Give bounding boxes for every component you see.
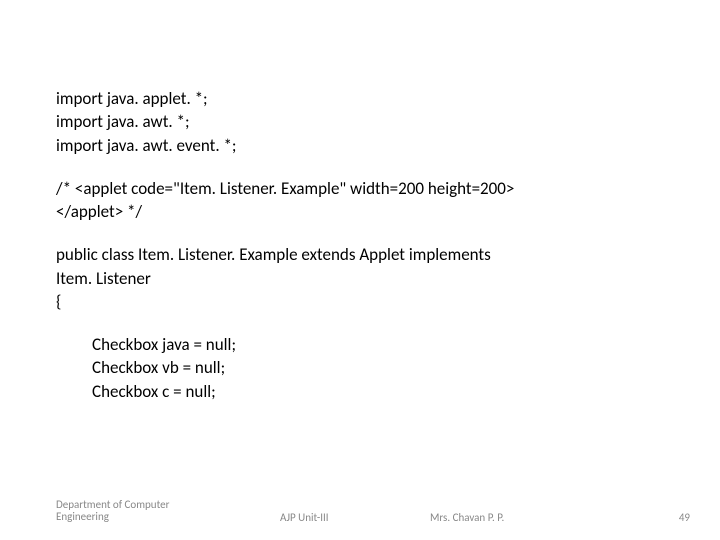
footer-page-number: 49 (679, 511, 690, 524)
blank-line (56, 158, 666, 178)
footer-course: AJP Unit-III (280, 511, 329, 524)
code-line: Checkbox c = null; (56, 381, 666, 402)
footer-author: Mrs. Chavan P. P. (430, 511, 504, 524)
blank-line (56, 224, 666, 244)
code-line: Checkbox vb = null; (56, 357, 666, 378)
blank-line (56, 314, 666, 334)
code-line: </applet> */ (56, 201, 666, 222)
code-line: Checkbox java = null; (56, 334, 666, 355)
code-line: { (56, 291, 666, 312)
slide: import java. applet. *; import java. awt… (0, 0, 720, 540)
code-block: import java. applet. *; import java. awt… (56, 88, 666, 404)
code-line: import java. awt. event. *; (56, 135, 666, 156)
code-line: Item. Listener (56, 268, 666, 289)
code-line: import java. applet. *; (56, 88, 666, 109)
code-line: import java. awt. *; (56, 111, 666, 132)
code-line: /* <applet code="Item. Listener. Example… (56, 178, 666, 199)
code-line: public class Item. Listener. Example ext… (56, 244, 666, 265)
footer-department: Department of Computer Engineering (56, 499, 206, 524)
